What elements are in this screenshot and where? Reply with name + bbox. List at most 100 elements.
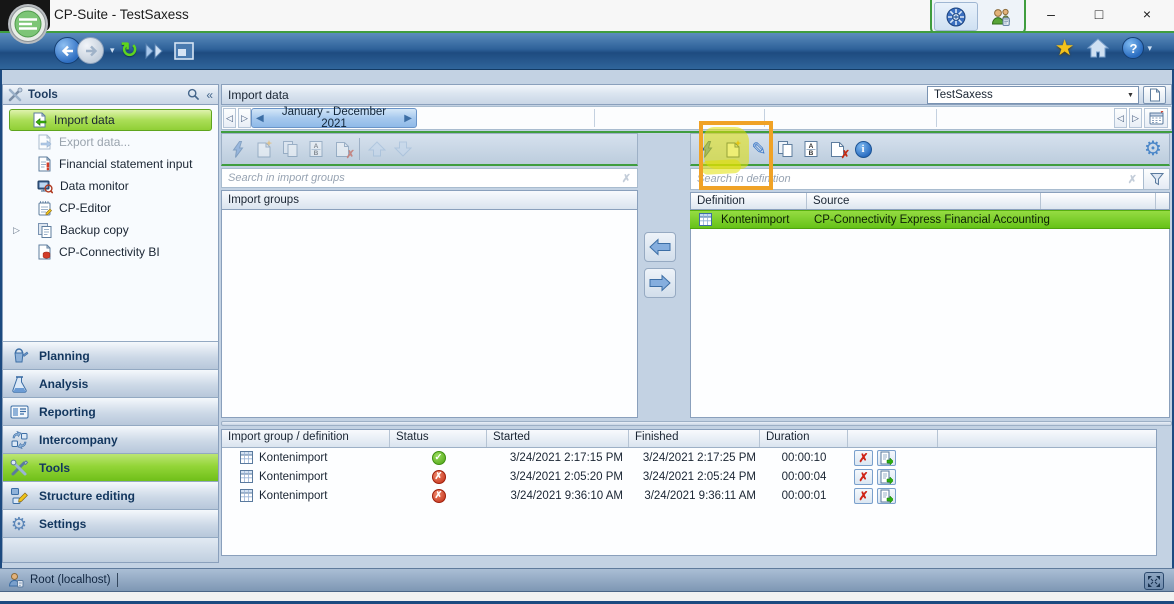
chevron-down-icon: ▼ xyxy=(1123,92,1138,99)
help-caret[interactable]: ▾ xyxy=(1147,43,1152,54)
assign-left-button[interactable] xyxy=(644,232,676,262)
column-header-duration[interactable]: Duration xyxy=(760,430,848,447)
section-structure-editing[interactable]: Structure editing xyxy=(2,481,219,509)
users-tab-button[interactable] xyxy=(980,2,1022,31)
filter-icon xyxy=(1150,172,1164,186)
log-icon xyxy=(880,470,893,484)
nav-history-caret[interactable]: ▾ xyxy=(110,45,115,56)
expander-icon[interactable]: ▷ xyxy=(13,225,20,236)
open-log-button[interactable] xyxy=(877,469,896,485)
go-button[interactable] xyxy=(144,42,168,60)
clear-search-icon[interactable]: ✗ xyxy=(616,172,637,185)
forward-button[interactable] xyxy=(77,37,104,64)
layout-button[interactable] xyxy=(174,42,194,60)
import-groups-list[interactable] xyxy=(221,210,638,418)
help-button[interactable]: ? xyxy=(1122,37,1144,59)
definition-list-body[interactable] xyxy=(690,229,1170,418)
section-analysis[interactable]: Analysis xyxy=(2,369,219,397)
open-log-button[interactable] xyxy=(877,450,896,466)
definition-search-input[interactable] xyxy=(691,173,1122,185)
run-definition-button[interactable] xyxy=(694,136,720,162)
refresh-button[interactable]: ↻ xyxy=(121,40,139,61)
sidebar-item-data-monitor[interactable]: Data monitor xyxy=(9,175,212,197)
move-up-button[interactable] xyxy=(364,136,390,162)
run-row-1[interactable]: Kontenimport ✓ 3/24/2021 2:17:15 PM 3/24… xyxy=(222,448,1156,467)
column-header-actions[interactable] xyxy=(848,430,938,447)
column-header-empty[interactable] xyxy=(1041,193,1156,209)
column-header-source[interactable]: Source xyxy=(807,193,1041,209)
delete-definition-button[interactable]: ✗ xyxy=(824,136,850,162)
connectivity-tab-button[interactable] xyxy=(934,2,978,31)
period-pill[interactable]: ◀ January - December 2021 ▶ xyxy=(251,108,417,128)
copy-import-group-button[interactable] xyxy=(277,136,303,162)
open-log-button[interactable] xyxy=(877,488,896,504)
import-groups-panel-header: Import groups xyxy=(221,190,638,210)
run-finished: 3/24/2021 2:05:24 PM xyxy=(629,471,760,483)
period-scroll-left-button[interactable]: ◁ xyxy=(1114,108,1127,128)
horizontal-splitter[interactable] xyxy=(221,418,1172,429)
favorites-button[interactable]: ★ xyxy=(1055,37,1075,59)
section-settings[interactable]: ⚙ Settings xyxy=(2,509,219,537)
filter-button[interactable] xyxy=(1144,168,1170,190)
report-selector-button[interactable] xyxy=(1143,86,1166,104)
move-down-button[interactable] xyxy=(390,136,416,162)
column-header-status[interactable]: Status xyxy=(390,430,487,447)
run-import-button[interactable] xyxy=(225,136,251,162)
section-tools[interactable]: Tools xyxy=(2,453,219,481)
section-intercompany[interactable]: Intercompany xyxy=(2,425,219,453)
column-header-finished[interactable]: Finished xyxy=(629,430,760,447)
client-selector[interactable]: TestSaxess ▼ xyxy=(927,86,1139,104)
sidebar-item-import-data[interactable]: Import data xyxy=(9,109,212,131)
clear-search-icon[interactable]: ✗ xyxy=(1122,173,1143,186)
column-header-definition[interactable]: Definition xyxy=(691,193,807,209)
sidebar-item-financial-statement-input[interactable]: Financial statement input xyxy=(9,153,212,175)
edit-definition-button[interactable]: ✎ xyxy=(746,136,772,162)
rename-import-group-button[interactable]: A B xyxy=(303,136,329,162)
log-icon xyxy=(880,451,893,465)
calendar-button[interactable] xyxy=(1144,108,1168,128)
export-data-icon xyxy=(37,134,52,150)
cp-editor-icon xyxy=(37,200,52,216)
definition-info-button[interactable]: i xyxy=(850,136,876,162)
period-prev-button[interactable]: ◁ xyxy=(223,108,236,128)
intercompany-icon xyxy=(10,431,29,449)
planning-icon xyxy=(10,347,29,364)
section-planning[interactable]: Planning xyxy=(2,341,219,369)
period-scroll-right-button[interactable]: ▷ xyxy=(1129,108,1142,128)
run-started: 3/24/2021 9:36:10 AM xyxy=(487,490,629,502)
sidebar-item-backup-copy[interactable]: ▷ Backup copy xyxy=(9,219,212,241)
definition-row-kontenimport[interactable]: Kontenimport CP-Connectivity Express Fin… xyxy=(690,210,1170,229)
expand-view-button[interactable] xyxy=(1144,572,1164,590)
column-header-import-group[interactable]: Import group / definition xyxy=(222,430,390,447)
rename-definition-button[interactable]: A B xyxy=(798,136,824,162)
app-logo-icon xyxy=(7,3,49,45)
app-menu-button[interactable] xyxy=(7,3,49,45)
definition-settings-button[interactable]: ⚙ xyxy=(1140,136,1166,162)
minimize-button[interactable]: – xyxy=(1032,0,1070,28)
new-definition-button[interactable] xyxy=(720,136,746,162)
run-row-3[interactable]: Kontenimport ✗ 3/24/2021 9:36:10 AM 3/24… xyxy=(222,486,1156,505)
sidebar-item-cp-editor[interactable]: CP-Editor xyxy=(9,197,212,219)
search-icon[interactable] xyxy=(187,88,200,101)
assign-right-button[interactable] xyxy=(644,268,676,298)
arrow-down-icon xyxy=(393,141,413,157)
import-groups-search: ✗ xyxy=(221,168,638,188)
column-header-started[interactable]: Started xyxy=(487,430,629,447)
delete-run-button[interactable]: ✗ xyxy=(854,469,873,485)
collapse-sidebar-button[interactable]: « xyxy=(206,88,213,102)
delete-run-button[interactable]: ✗ xyxy=(854,488,873,504)
delete-import-group-button[interactable]: ✗ xyxy=(329,136,355,162)
period-next-button[interactable]: ▷ xyxy=(238,108,251,128)
close-button[interactable]: × xyxy=(1128,0,1166,28)
sidebar-item-cp-connectivity-bi[interactable]: CP-Connectivity BI xyxy=(9,241,212,263)
section-reporting[interactable]: Reporting xyxy=(2,397,219,425)
delete-run-button[interactable]: ✗ xyxy=(854,450,873,466)
copy-definition-button[interactable] xyxy=(772,136,798,162)
new-import-group-button[interactable] xyxy=(251,136,277,162)
run-row-2[interactable]: Kontenimport ✗ 3/24/2021 2:05:20 PM 3/24… xyxy=(222,467,1156,486)
sidebar-item-export-data[interactable]: Export data... xyxy=(9,131,212,153)
import-groups-search-input[interactable] xyxy=(222,172,616,184)
expand-arrows-icon xyxy=(1147,575,1161,588)
home-button[interactable] xyxy=(1086,37,1110,59)
maximize-button[interactable]: □ xyxy=(1080,0,1118,28)
